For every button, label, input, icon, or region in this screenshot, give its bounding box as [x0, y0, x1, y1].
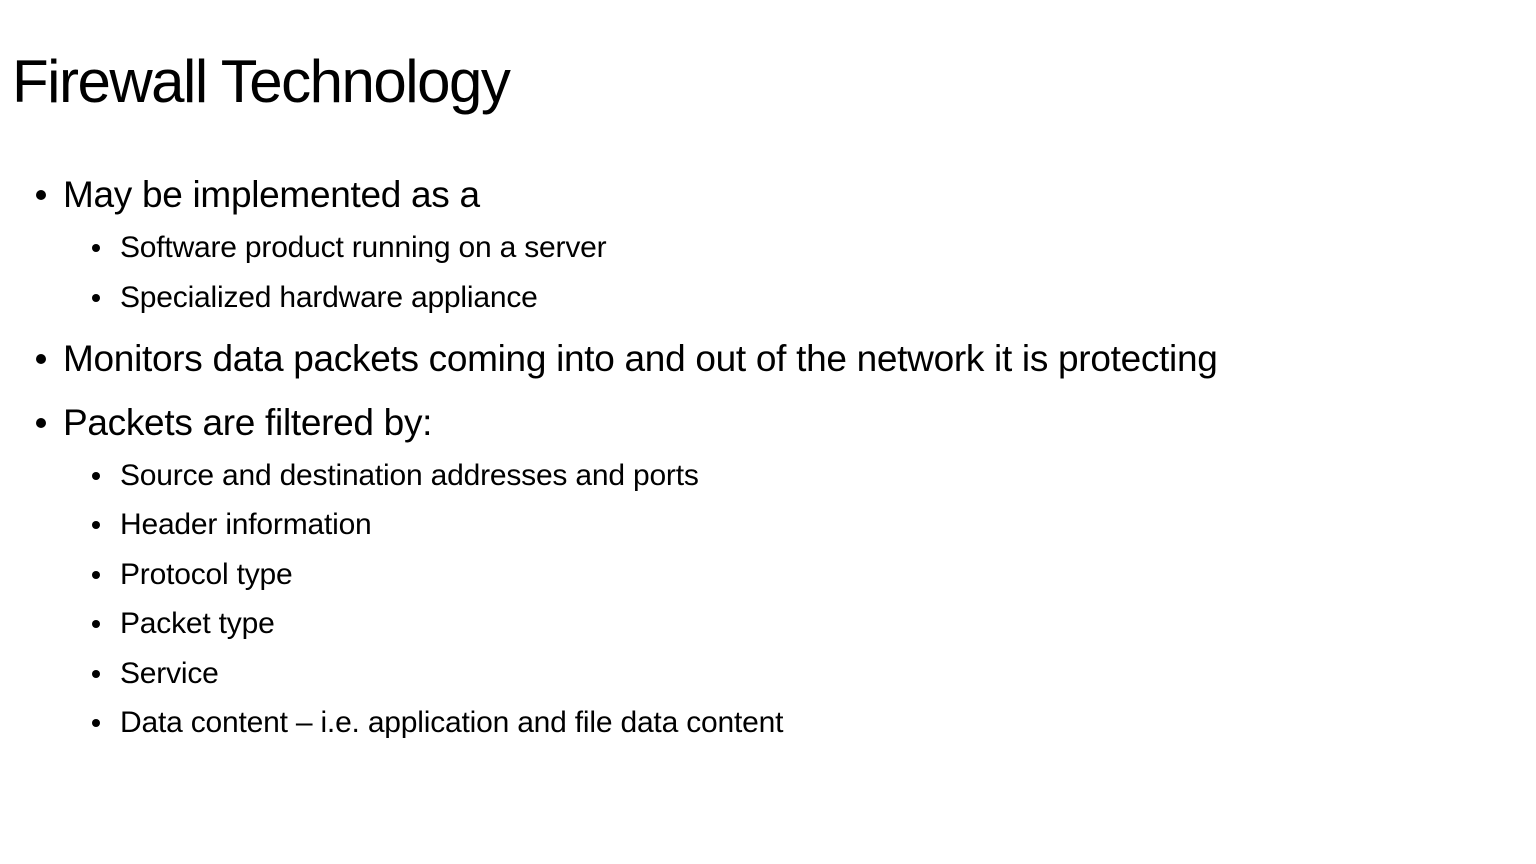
- sub-bullet-item: Source and destination addresses and por…: [92, 456, 699, 496]
- bullet-dot-icon: [36, 354, 46, 364]
- bullet-dot-icon: [36, 418, 46, 428]
- slide-title: Firewall Technology: [12, 48, 511, 115]
- sub-bullet-text: Source and destination addresses and por…: [120, 459, 699, 492]
- sub-bullet-item: Header information: [92, 505, 372, 545]
- sub-bullet-item: Software product running on a server: [92, 228, 607, 268]
- bullet-text: May be implemented as a: [63, 174, 480, 215]
- sub-bullet-text: Packet type: [120, 607, 275, 640]
- bullet-item: Packets are filtered by:: [36, 398, 432, 448]
- sub-bullet-text: Service: [120, 657, 219, 690]
- sub-bullet-text: Data content – i.e. application and file…: [120, 706, 784, 739]
- bullet-dot-icon: [92, 472, 100, 480]
- sub-bullet-text: Specialized hardware appliance: [120, 281, 538, 314]
- bullet-dot-icon: [92, 719, 100, 727]
- bullet-text: Monitors data packets coming into and ou…: [63, 338, 1218, 379]
- bullet-text: Packets are filtered by:: [63, 402, 433, 443]
- bullet-dot-icon: [92, 670, 100, 678]
- sub-bullet-item: Specialized hardware appliance: [92, 278, 538, 318]
- sub-bullet-item: Packet type: [92, 604, 275, 644]
- bullet-dot-icon: [92, 244, 100, 252]
- sub-bullet-text: Protocol type: [120, 558, 293, 591]
- bullet-dot-icon: [92, 521, 100, 529]
- sub-bullet-item: Protocol type: [92, 555, 293, 595]
- bullet-dot-icon: [92, 294, 100, 302]
- sub-bullet-text: Header information: [120, 508, 372, 541]
- bullet-dot-icon: [92, 571, 100, 579]
- sub-bullet-item: Service: [92, 654, 219, 694]
- sub-bullet-text: Software product running on a server: [120, 231, 607, 264]
- bullet-dot-icon: [92, 620, 100, 628]
- sub-bullet-item: Data content – i.e. application and file…: [92, 703, 783, 743]
- bullet-item: Monitors data packets coming into and ou…: [36, 334, 1218, 384]
- bullet-dot-icon: [36, 190, 46, 200]
- bullet-item: May be implemented as a: [36, 170, 480, 220]
